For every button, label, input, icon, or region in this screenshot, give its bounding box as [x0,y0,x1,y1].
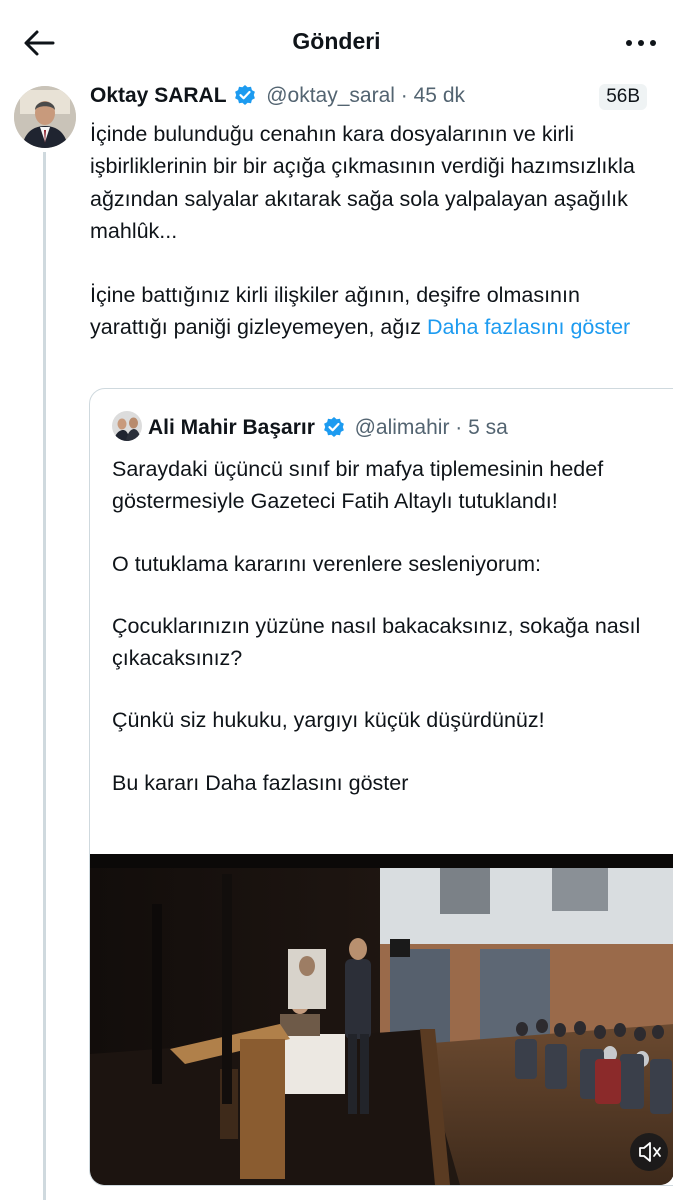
quoted-author-row: Ali Mahir Başarır @alimahir · 5 sa [112,411,508,441]
quoted-paragraph: Çocuklarınızın yüzüne nasıl bakacaksınız… [112,613,641,671]
video-mute-icon [639,1142,661,1162]
separator-dot: · [400,84,408,107]
verified-badge-icon [234,84,256,112]
author-handle[interactable]: @oktay_saral [266,84,395,107]
quoted-paragraph: Saraydaki üçüncü sınıf bir mafya tipleme… [112,457,604,514]
thread-line [43,152,46,1200]
quoted-author-name[interactable]: Ali Mahir Başarır [148,416,315,439]
verified-badge-icon [323,416,345,444]
author-name[interactable]: Oktay SARAL [90,84,227,107]
tweet-paragraph: İçine battığınız kirli ilişkiler ağının,… [90,279,660,344]
quoted-paragraph: Çünkü siz hukuku, yargıyı küçük düşürdün… [112,708,545,733]
top-bar: Gönderi [0,0,673,86]
quoted-author-avatar [112,411,142,441]
quoted-tweet-card[interactable]: Ali Mahir Başarır @alimahir · 5 sa Saray… [89,388,673,1186]
page-title: Gönderi [292,28,381,54]
tweet-paragraph: İçinde bulunduğu cenahın kara dosyaların… [90,122,635,243]
video-thumbnail [90,854,673,1185]
author-avatar[interactable] [14,86,76,148]
quoted-tweet-text: Saraydaki üçüncü sınıf bir mafya tipleme… [112,453,672,799]
show-more-link[interactable]: Daha fazlasını göster [427,315,630,339]
quoted-paragraph: Bu kararı Daha fazlasını göster [112,767,672,799]
quoted-show-more[interactable]: Daha fazlasını göster [205,771,408,795]
tweet-text: İçinde bulunduğu cenahın kara dosyaların… [90,118,660,344]
quoted-paragraph: O tutuklama kararını verenlere sesleniyo… [112,551,541,576]
tweet-time[interactable]: 45 dk [414,84,465,107]
video-player[interactable] [90,854,673,1185]
tweet-author-row: Oktay SARAL @oktay_saral · 45 dk [90,84,660,114]
mute-toggle-button[interactable] [630,1133,668,1171]
quoted-author-handle[interactable]: @alimahir [355,416,450,439]
more-options-button[interactable] [623,30,659,56]
translation-badge[interactable]: 56B [599,84,647,110]
quoted-last-line: Bu kararı [112,770,200,795]
more-horizontal-icon [626,40,656,46]
separator-dot: · [455,416,463,439]
quoted-tweet-time: 5 sa [468,416,508,439]
